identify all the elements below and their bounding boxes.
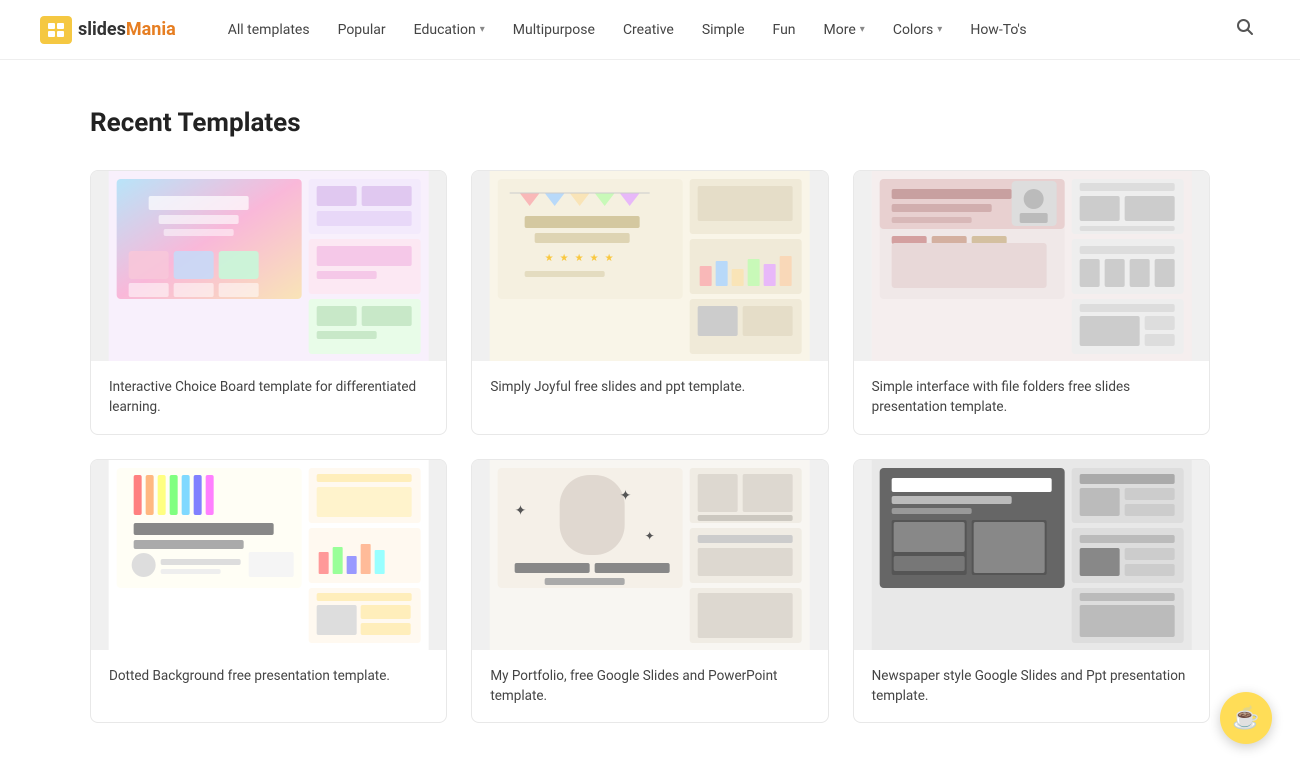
template-desc-2: Simply Joyful free slides and ppt templa… xyxy=(490,377,809,397)
nav-item-simple[interactable]: Simple xyxy=(690,16,757,44)
template-info-2: Simply Joyful free slides and ppt templa… xyxy=(472,361,827,413)
section-title: Recent Templates xyxy=(90,108,1210,138)
template-info-3: Simple interface with file folders free … xyxy=(854,361,1209,434)
coffee-button[interactable]: ☕ xyxy=(1220,692,1272,744)
template-thumbnail-2: ★ ★ ★ ★ ★ xyxy=(472,171,827,361)
nav-item-colors[interactable]: Colors ▾ xyxy=(881,16,955,44)
nav-item-all-templates[interactable]: All templates xyxy=(216,16,322,44)
nav-item-multipurpose[interactable]: Multipurpose xyxy=(501,16,607,44)
template-card-4[interactable]: Dotted Background free presentation temp… xyxy=(90,459,447,724)
svg-text:★: ★ xyxy=(560,253,569,264)
svg-text:✦: ✦ xyxy=(645,529,655,543)
logo-text: slidesMania xyxy=(78,19,176,40)
template-desc-6: Newspaper style Google Slides and Ppt pr… xyxy=(872,666,1191,707)
template-info-6: Newspaper style Google Slides and Ppt pr… xyxy=(854,650,1209,723)
template-thumbnail-1 xyxy=(91,171,446,361)
template-grid: Interactive Choice Board template for di… xyxy=(90,170,1210,723)
navbar: slidesMania All templates Popular Educat… xyxy=(0,0,1300,60)
svg-text:★: ★ xyxy=(575,253,584,264)
nav-item-fun[interactable]: Fun xyxy=(761,16,808,44)
nav-item-popular[interactable]: Popular xyxy=(326,16,398,44)
coffee-icon: ☕ xyxy=(1232,705,1259,731)
svg-text:✦: ✦ xyxy=(515,503,527,519)
template-thumbnail-5: ✦ ✦ ✦ xyxy=(472,460,827,650)
template-card-1[interactable]: Interactive Choice Board template for di… xyxy=(90,170,447,435)
nav-item-creative[interactable]: Creative xyxy=(611,16,686,44)
svg-text:★: ★ xyxy=(590,253,599,264)
template-card-3[interactable]: Simple interface with file folders free … xyxy=(853,170,1210,435)
template-info-1: Interactive Choice Board template for di… xyxy=(91,361,446,434)
nav-links: All templates Popular Education ▾ Multip… xyxy=(216,16,1230,44)
search-button[interactable] xyxy=(1230,12,1260,47)
template-desc-5: My Portfolio, free Google Slides and Pow… xyxy=(490,666,809,707)
template-thumbnail-6 xyxy=(854,460,1209,650)
more-chevron-icon: ▾ xyxy=(860,24,865,35)
svg-text:✦: ✦ xyxy=(620,488,632,504)
logo-link[interactable]: slidesMania xyxy=(40,16,176,44)
education-chevron-icon: ▾ xyxy=(480,24,485,35)
nav-right xyxy=(1230,12,1260,47)
template-desc-3: Simple interface with file folders free … xyxy=(872,377,1191,418)
search-icon xyxy=(1236,18,1254,36)
template-card-5[interactable]: ✦ ✦ ✦ xyxy=(471,459,828,724)
nav-item-education[interactable]: Education ▾ xyxy=(402,16,497,44)
main-content: Recent Templates xyxy=(50,60,1250,771)
svg-text:★: ★ xyxy=(545,253,554,264)
logo-icon xyxy=(40,16,72,44)
template-card-2[interactable]: ★ ★ ★ ★ ★ xyxy=(471,170,828,435)
template-thumbnail-4 xyxy=(91,460,446,650)
colors-chevron-icon: ▾ xyxy=(937,24,942,35)
template-card-6[interactable]: Newspaper style Google Slides and Ppt pr… xyxy=(853,459,1210,724)
template-info-5: My Portfolio, free Google Slides and Pow… xyxy=(472,650,827,723)
nav-item-more[interactable]: More ▾ xyxy=(812,16,877,44)
svg-text:★: ★ xyxy=(605,253,614,264)
template-info-4: Dotted Background free presentation temp… xyxy=(91,650,446,702)
template-desc-4: Dotted Background free presentation temp… xyxy=(109,666,428,686)
template-thumbnail-3 xyxy=(854,171,1209,361)
nav-item-howtos[interactable]: How-To's xyxy=(958,16,1038,44)
template-desc-1: Interactive Choice Board template for di… xyxy=(109,377,428,418)
